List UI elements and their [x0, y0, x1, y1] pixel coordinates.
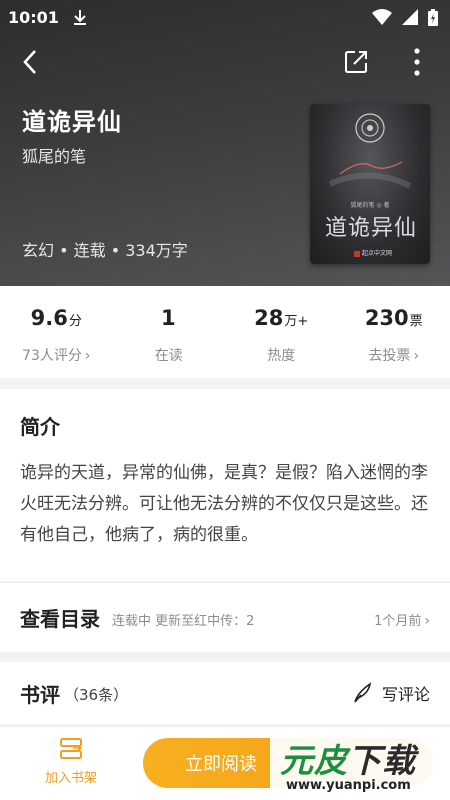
download-icon: [73, 10, 86, 25]
book-cover[interactable]: 狐尾的笔 ◎ 著 道诡异仙 起点中文网: [310, 104, 430, 264]
pen-icon: [354, 682, 372, 703]
catalog-title: 查看目录: [20, 607, 100, 631]
intro-text: 诡异的天道，异常的仙佛，是真？是假？陷入迷惘的李火旺无法分辨。可让他无法分辨的不…: [20, 463, 428, 545]
cover-emblem-icon: [328, 113, 412, 189]
stat-value: 9.6分: [31, 305, 82, 335]
book-title: 道诡异仙: [22, 108, 122, 136]
stat-value: 28万+: [254, 305, 308, 335]
stats-row: 9.6分 73人评分 › 1 在读 28万+ 热度 230票 去投票 ›: [0, 286, 450, 378]
watermark-url: www.yuanpi.com: [286, 778, 411, 793]
status-time: 10:01: [8, 7, 59, 27]
stat-unit: 票: [409, 314, 423, 329]
book-author[interactable]: 狐尾的笔: [22, 143, 86, 167]
write-review-label: 写评论: [381, 685, 430, 704]
chevron-right-icon: ›: [424, 612, 430, 629]
stat-number: 1: [160, 306, 176, 330]
cover-title: 道诡异仙: [324, 216, 417, 241]
watermark-char-1: 元: [280, 741, 314, 780]
share-button[interactable]: [340, 46, 372, 78]
publisher-logo-icon: [354, 250, 360, 257]
stat-number: 230: [364, 306, 409, 330]
stat-rating[interactable]: 9.6分 73人评分 ›: [0, 286, 113, 378]
intro-title: 简介: [20, 415, 60, 439]
stat-label: 73人评分 ›: [22, 345, 90, 365]
stat-value: 230票: [365, 305, 423, 335]
stat-label-text: 73人评分: [22, 348, 82, 364]
reviews-title: 书评: [20, 682, 60, 707]
stat-unit: 万+: [284, 314, 309, 329]
stat-label: 在读: [154, 348, 183, 364]
watermark: 元皮下载 www.yuanpi.com: [270, 730, 450, 800]
stat-label: 去投票 ›: [368, 345, 419, 365]
watermark-logo: 元皮下载: [280, 734, 416, 782]
signal-icon: [402, 9, 418, 25]
add-to-shelf-label: 加入书架: [44, 771, 97, 786]
stat-unit: 分: [68, 314, 82, 329]
stat-number: 28: [254, 306, 284, 330]
top-navigation: [0, 42, 450, 82]
more-vertical-icon: [414, 48, 420, 76]
cover-author: 狐尾的笔 ◎ 著: [350, 202, 390, 209]
stat-value: 1: [161, 305, 177, 335]
add-to-shelf-button[interactable]: 加入书架: [30, 737, 112, 793]
reviews-section: 书评 （36条） 写评论: [0, 662, 450, 724]
catalog-update-time: 1个月前 ›: [374, 610, 430, 629]
read-now-label: 立即阅读: [185, 754, 257, 775]
write-review-button[interactable]: 写评论: [352, 681, 430, 705]
back-button[interactable]: [14, 46, 46, 78]
cover-publisher-label: 起点中文网: [362, 250, 393, 257]
catalog-status: 连载中 更新至红中传：2: [112, 613, 255, 629]
share-icon: [345, 51, 367, 73]
catalog-row[interactable]: 查看目录 连载中 更新至红中传：2 1个月前 ›: [0, 582, 450, 652]
stat-label: 热度: [267, 348, 296, 364]
stat-votes[interactable]: 230票 去投票 ›: [338, 286, 450, 378]
chevron-right-icon: ›: [413, 348, 420, 364]
battery-icon: [428, 8, 438, 26]
book-meta: 玄幻 • 连载 • 334万字: [22, 241, 188, 260]
stat-label-text: 去投票: [368, 348, 411, 364]
intro-section[interactable]: 简介 诡异的天道，异常的仙佛，是真？是假？陷入迷惘的李火旺无法分辨。可让他无法分…: [0, 389, 450, 581]
reviews-count: （36条）: [64, 686, 129, 704]
stat-number: 9.6: [30, 306, 68, 330]
bookshelf-icon: [60, 738, 83, 759]
stat-reading: 1 在读: [113, 286, 226, 378]
chevron-right-icon: ›: [84, 348, 91, 364]
back-arrow-icon: [23, 50, 36, 74]
watermark-char-2: 皮: [314, 741, 348, 780]
watermark-char-3: 下载: [348, 741, 416, 780]
more-options-button[interactable]: [404, 46, 430, 78]
status-bar: 10:01: [0, 0, 450, 34]
book-header: 10:01 道诡异仙 狐尾的笔 玄幻 • 连载 • 334万字 狐尾的笔 ◎ 著…: [0, 0, 450, 286]
cover-publisher: 起点中文网: [354, 248, 392, 257]
stat-popularity: 28万+ 热度: [225, 286, 338, 378]
wifi-icon: [372, 9, 392, 25]
catalog-time-text: 1个月前: [374, 613, 422, 629]
